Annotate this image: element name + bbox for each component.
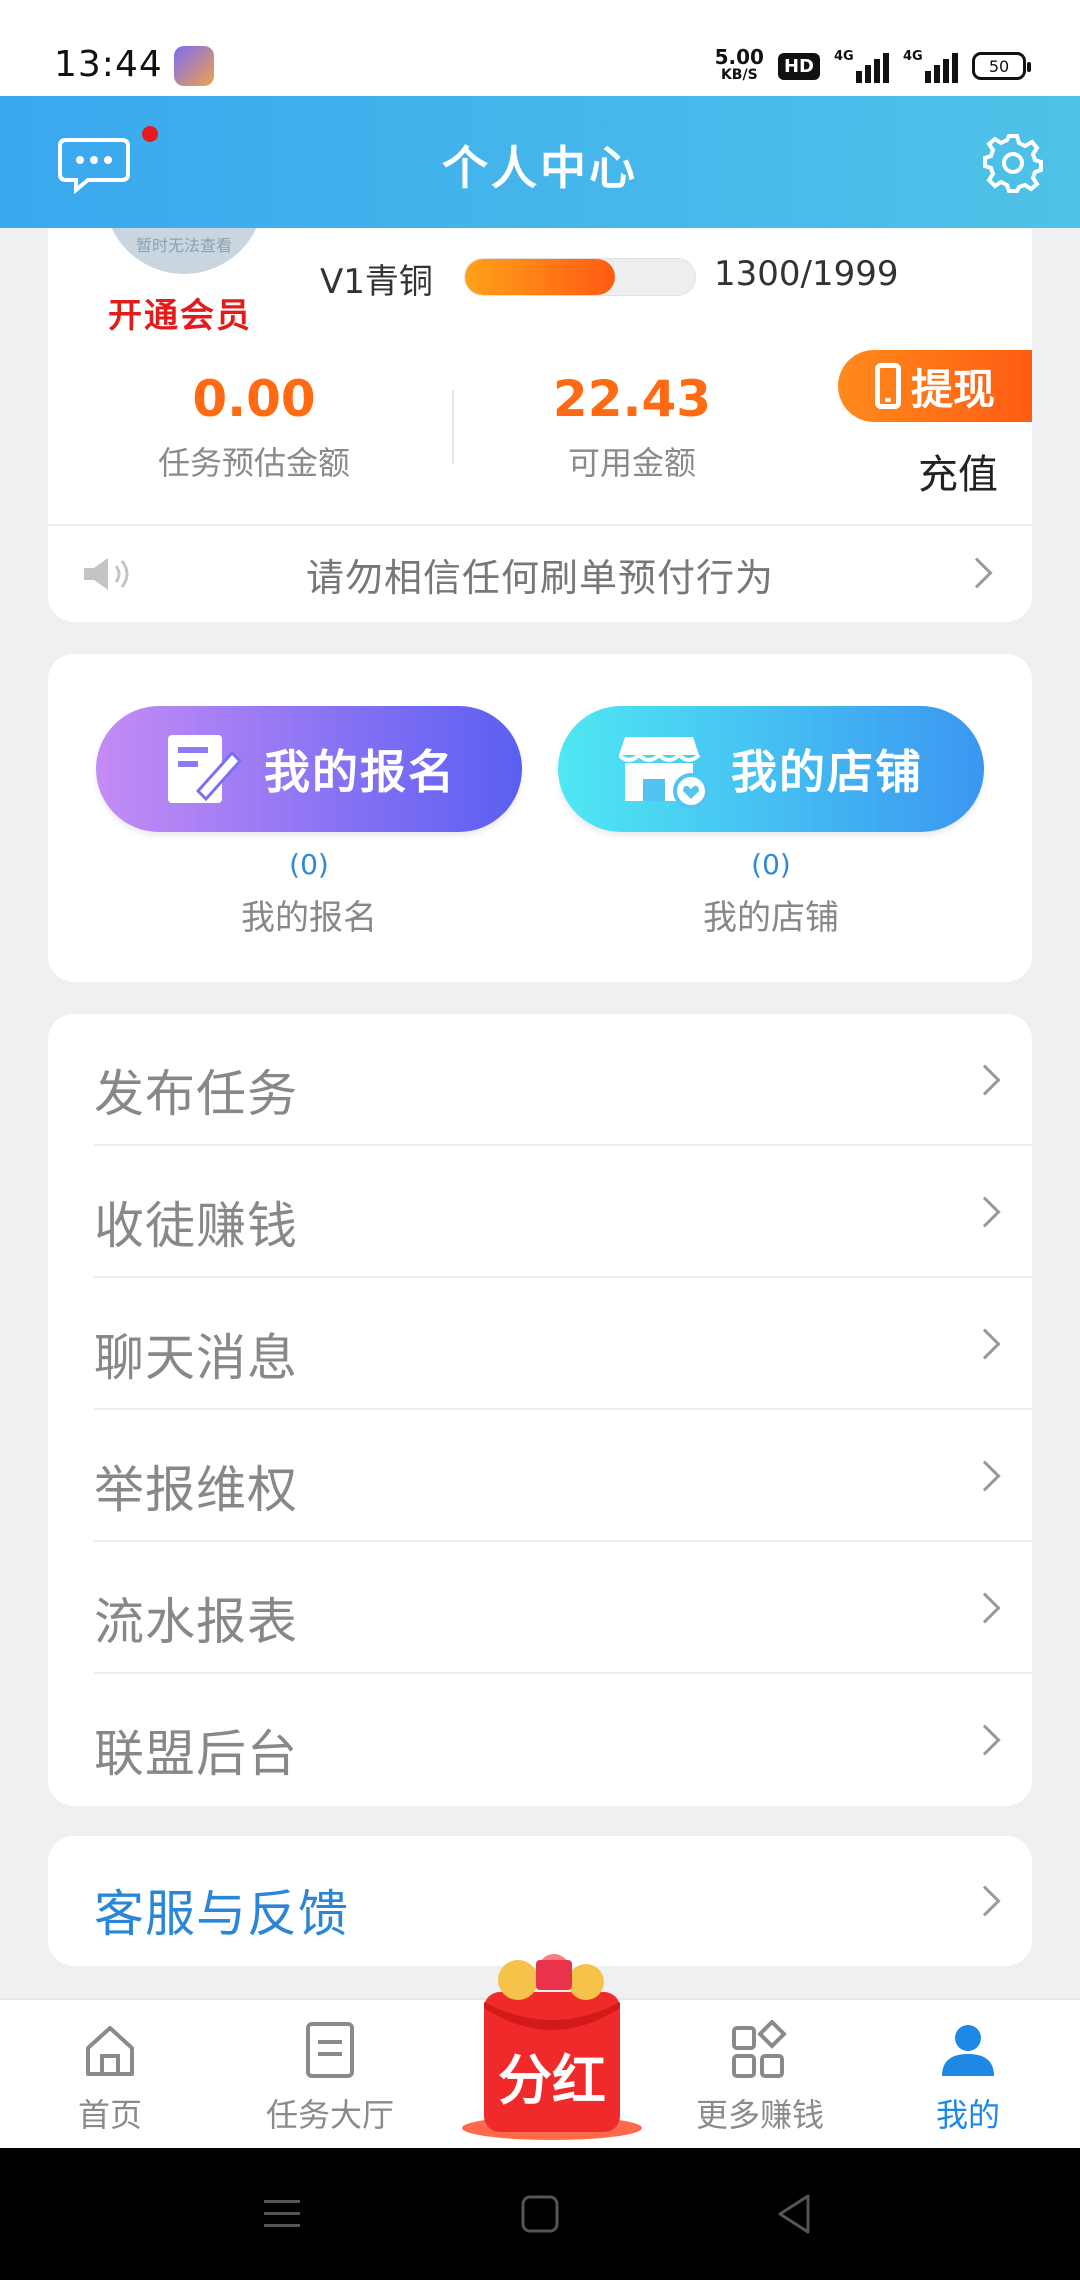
nav-task-hall-label: 任务大厅: [265, 2096, 394, 2134]
menu-item-label: 流水报表: [94, 1593, 298, 1651]
member-level: V1青铜: [320, 262, 433, 302]
nav-more-earn[interactable]: 更多赚钱: [680, 2020, 840, 2136]
my-shop-button[interactable]: 我的店铺: [558, 706, 984, 832]
level-progress-fill: [465, 259, 615, 295]
status-time: 13:44: [54, 44, 163, 85]
signal-type-2: 4G: [903, 49, 923, 64]
signup-label[interactable]: 我的报名: [96, 890, 522, 939]
app-notification-icon: [174, 46, 214, 86]
profile-card: 暂时无法查看 开通会员 V1青铜 1300/1999 0.00 任务预估金额 2…: [48, 228, 1032, 622]
level-points: 1300/1999: [714, 254, 899, 294]
chevron-right-icon: [969, 1064, 1001, 1096]
withdraw-button[interactable]: 提现: [838, 350, 1032, 422]
menu-item-label: 举报维权: [94, 1461, 298, 1519]
customer-service-label: 客服与反馈: [94, 1885, 349, 1943]
withdraw-label: 提现: [910, 364, 995, 414]
nav-task-hall[interactable]: 任务大厅: [250, 2020, 410, 2136]
nav-more-earn-label: 更多赚钱: [695, 2096, 824, 2134]
document-icon: [306, 2022, 354, 2078]
user-icon: [942, 2025, 994, 2076]
battery-level: 50: [988, 56, 1010, 76]
speaker-icon: [84, 558, 129, 590]
shortcut-card: 我的报名 我的店铺 (0) 我的报名 (0) 我的店铺: [48, 654, 1032, 982]
chevron-right-icon: [969, 1460, 1001, 1492]
signup-count: (0): [289, 848, 329, 881]
nav-home[interactable]: 首页: [30, 2020, 190, 2136]
menu-list: 发布任务 收徒赚钱 聊天消息 举报维权 流水报表 联盟后台: [48, 1014, 1032, 1806]
available-amount-label: 可用金额: [567, 444, 696, 482]
phone-icon: [874, 363, 901, 409]
system-nav-bar: [0, 2148, 1080, 2280]
notice-text: 请勿相信任何刷单预付行为: [305, 555, 774, 600]
avatar-placeholder-text: 暂时无法查看: [135, 236, 232, 255]
signal-type: 4G: [834, 49, 854, 64]
battery-icon: 50: [972, 52, 1031, 80]
chevron-right-icon: [969, 1885, 1001, 1917]
notice-bar[interactable]: 请勿相信任何刷单预付行为: [48, 526, 1032, 622]
menu-item-chat[interactable]: 聊天消息: [94, 1278, 1032, 1410]
gear-icon[interactable]: [982, 132, 1044, 194]
nav-mine[interactable]: 我的: [888, 2020, 1048, 2136]
menu-item-recruit[interactable]: 收徒赚钱: [94, 1146, 1032, 1278]
available-amount-block[interactable]: 22.43 可用金额: [482, 370, 782, 484]
recharge-button[interactable]: 充值: [918, 442, 998, 500]
menu-item-alliance-admin[interactable]: 联盟后台: [94, 1674, 1032, 1806]
menu-item-label: 发布任务: [94, 1065, 298, 1123]
edit-form-icon: [168, 735, 242, 803]
my-shop-button-label: 我的店铺: [731, 745, 923, 799]
menu-item-publish-task[interactable]: 发布任务: [94, 1014, 1032, 1146]
chevron-right-icon: [969, 1724, 1001, 1756]
my-signup-button-label: 我的报名: [264, 745, 456, 799]
shop-count: (0): [751, 848, 791, 881]
level-progress-bar: [464, 258, 696, 296]
chevron-right-icon: [969, 1196, 1001, 1228]
menu-item-label: 收徒赚钱: [94, 1197, 298, 1255]
my-signup-button[interactable]: 我的报名: [96, 706, 522, 832]
chevron-right-icon: [969, 1328, 1001, 1360]
menu-item-label: 联盟后台: [94, 1725, 298, 1783]
open-vip-link[interactable]: 开通会员: [108, 288, 252, 337]
avatar[interactable]: 暂时无法查看: [104, 228, 264, 274]
amount-divider: [452, 390, 454, 464]
menu-item-report[interactable]: 举报维权: [94, 1410, 1032, 1542]
chevron-right-icon: [969, 1592, 1001, 1624]
status-bar: 13:44 5.00 KB/S HD 4G 4G 50: [0, 0, 1080, 96]
estimated-amount-label: 任务预估金额: [157, 444, 350, 482]
estimated-amount: 0.00: [192, 370, 316, 428]
signal-icon: 4G: [834, 49, 889, 83]
home-square-icon[interactable]: [520, 2194, 560, 2234]
signal-icon-2: 4G: [903, 49, 958, 83]
status-indicators: 5.00 KB/S HD 4G 4G 50: [715, 46, 1031, 86]
menu-item-statement[interactable]: 流水报表: [94, 1542, 1032, 1674]
page-title: 个人中心: [442, 141, 638, 195]
app-header: 个人中心: [0, 96, 1080, 228]
apps-icon: [732, 2020, 787, 2078]
menu-item-label: 聊天消息: [94, 1329, 298, 1387]
hd-icon: HD: [777, 52, 820, 80]
network-speed-unit: KB/S: [720, 67, 758, 83]
back-icon[interactable]: [774, 2192, 814, 2236]
store-icon: [619, 737, 709, 809]
home-icon: [86, 2026, 134, 2076]
nav-mine-label: 我的: [935, 2096, 1000, 2134]
nav-home-label: 首页: [77, 2096, 142, 2134]
network-speed: 5.00 KB/S: [715, 47, 764, 84]
customer-service-row[interactable]: 客服与反馈: [48, 1836, 1032, 1966]
dividend-label: 分红: [498, 2049, 606, 2112]
available-amount: 22.43: [552, 370, 712, 428]
menu-icon[interactable]: [262, 2196, 302, 2232]
estimated-amount-block[interactable]: 0.00 任务预估金额: [104, 370, 404, 484]
shop-label[interactable]: 我的店铺: [558, 890, 984, 939]
